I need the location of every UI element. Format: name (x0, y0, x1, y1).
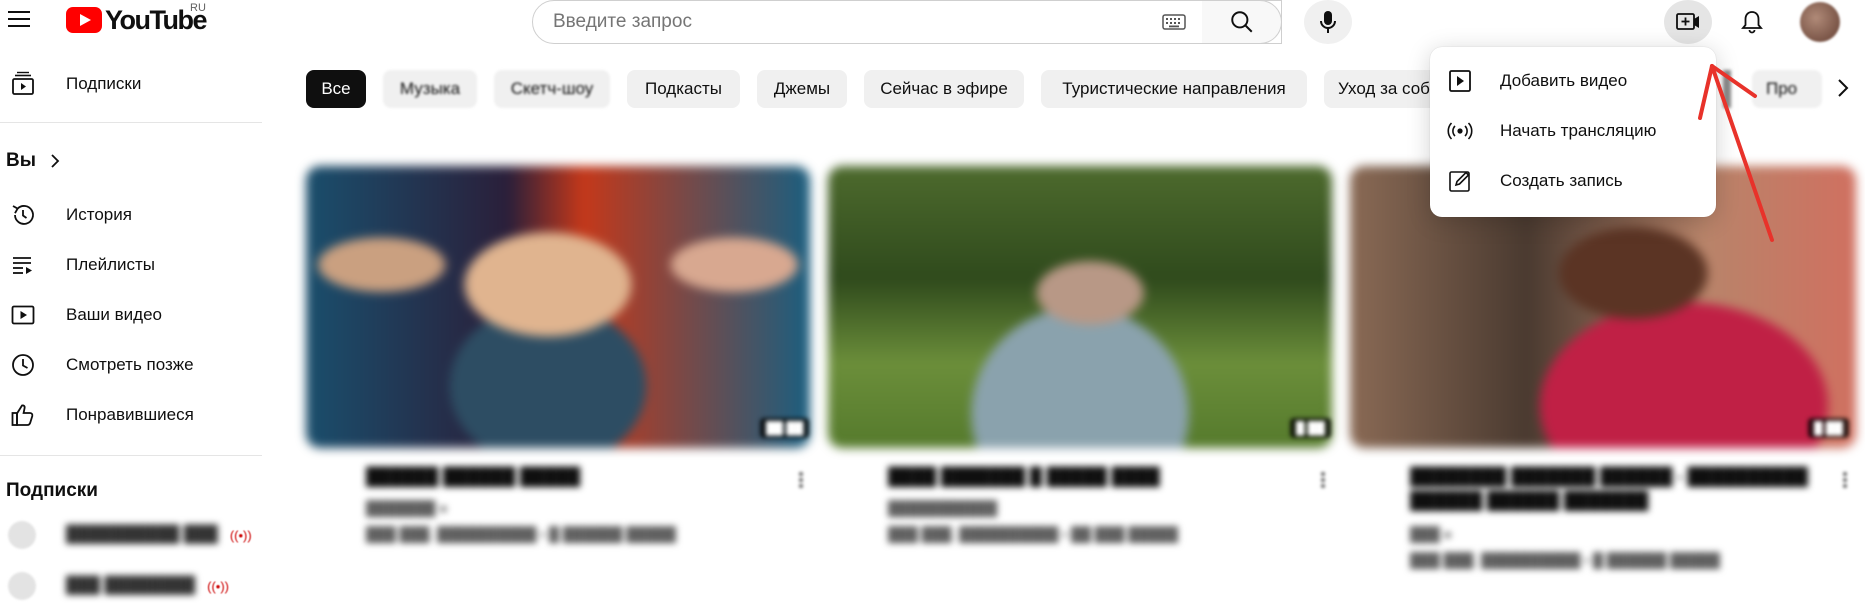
video-meta: ███ ███. ██████████ • █ ██████ █████ (366, 526, 676, 542)
menu-item-upload-video[interactable]: Добавить видео (1430, 56, 1716, 106)
sidebar-item-label: История (66, 205, 132, 224)
your-videos-icon (8, 300, 38, 330)
video-thumbnail[interactable] (828, 166, 1332, 448)
menu-item-create-post[interactable]: Создать запись (1430, 156, 1716, 206)
sidebar-item-label: Подписки (66, 74, 142, 93)
sidebar-you-header[interactable]: Вы (6, 150, 64, 172)
create-button[interactable] (1664, 0, 1712, 44)
video-channel[interactable]: ███ ● (1410, 526, 1452, 542)
video-title[interactable]: ████████ ███████ ██████ - ██████████ ████… (1410, 465, 1808, 513)
sidebar-item-label: Смотреть позже (66, 355, 194, 374)
you-section-title: Вы (6, 150, 36, 171)
sidebar-item-history[interactable]: История (0, 191, 262, 239)
sidebar-item-your-videos[interactable]: Ваши видео (0, 291, 262, 339)
subscription-channel-item[interactable]: ██████████ ███ ((•)) (0, 515, 262, 555)
youtube-logo[interactable]: YouTube (66, 5, 207, 35)
sidebar-item-playlists[interactable]: Плейлисты (0, 241, 262, 289)
history-icon (8, 200, 38, 230)
upload-video-icon (1446, 67, 1474, 95)
sidebar-divider (0, 122, 262, 123)
more-vert-icon[interactable] (798, 470, 804, 492)
account-avatar[interactable] (1800, 2, 1840, 42)
country-code: RU (190, 2, 206, 14)
chevron-right-icon[interactable] (1830, 76, 1854, 100)
notifications-button[interactable] (1728, 0, 1776, 44)
go-live-icon (1446, 117, 1474, 145)
video-title[interactable]: ████ ███████ █ █████ ████ (888, 465, 1160, 489)
live-indicator-icon: ((•)) (229, 527, 252, 543)
subscriptions-section-header: Подписки (6, 480, 98, 502)
bell-icon (1741, 11, 1763, 34)
sidebar-item-subscriptions[interactable]: Подписки (0, 60, 262, 108)
youtube-play-icon (66, 7, 102, 33)
chip-jams[interactable]: Джемы (757, 70, 847, 108)
menu-item-label: Создать запись (1500, 171, 1623, 190)
sidebar-item-label: Ваши видео (66, 305, 163, 324)
more-vert-icon[interactable] (1842, 470, 1848, 492)
search-input[interactable] (551, 10, 1155, 34)
sidebar-divider (0, 455, 262, 456)
channel-name: ███ ████████ (66, 577, 196, 594)
video-meta: ███ ███. ██████████ • █ ██████ █████ (1410, 552, 1720, 568)
menu-icon[interactable] (8, 8, 32, 28)
voice-search-button[interactable] (1304, 0, 1352, 44)
video-title[interactable]: ██████ ██████ █████ (366, 465, 580, 489)
chip-partial (1723, 70, 1731, 108)
sidebar-item-label: Понравившиеся (66, 405, 194, 424)
thumbs-up-icon (8, 400, 38, 430)
channel-avatar (8, 521, 36, 549)
edit-post-icon (1446, 167, 1474, 195)
create-menu: Добавить видео Начать трансляцию Создать… (1430, 47, 1716, 217)
video-meta: ███ ███. ██████████ • ██ ███ █████ (888, 526, 1179, 542)
chip-music[interactable]: Музыка (383, 70, 477, 108)
video-channel[interactable]: ███████████ (888, 500, 997, 516)
chevron-right-icon (51, 154, 60, 168)
video-channel[interactable]: ███████ ● (366, 500, 448, 516)
menu-item-go-live[interactable]: Начать трансляцию (1430, 106, 1716, 156)
search-icon (1230, 11, 1252, 33)
annotation-arrow-line (1710, 64, 1757, 98)
subscriptions-section-title: Подписки (6, 480, 98, 501)
live-indicator-icon: ((•)) (207, 578, 230, 594)
watch-later-icon (8, 350, 38, 380)
channel-name: ██████████ ███ (66, 526, 218, 543)
chip-sketch[interactable]: Скетч-шоу (494, 70, 610, 108)
menu-item-label: Добавить видео (1500, 71, 1628, 90)
menu-item-label: Начать трансляцию (1500, 121, 1657, 140)
create-video-icon (1676, 13, 1699, 30)
chip-live-now[interactable]: Сейчас в эфире (864, 70, 1024, 108)
chip-self-care[interactable]: Уход за соб (1324, 70, 1444, 108)
sidebar-item-label: Плейлисты (66, 255, 156, 274)
video-duration-badge: █:██ (1290, 418, 1331, 438)
chip-more[interactable]: Про (1752, 70, 1822, 108)
video-duration-badge: ██:██ (760, 418, 810, 438)
chip-podcasts[interactable]: Подкасты (627, 70, 740, 108)
sidebar-item-watch-later[interactable]: Смотреть позже (0, 341, 262, 389)
microphone-icon (1320, 11, 1336, 33)
chip-all[interactable]: Все (306, 70, 366, 108)
keyboard-icon[interactable] (1162, 14, 1186, 30)
video-thumbnail[interactable] (306, 166, 810, 448)
sidebar-item-liked[interactable]: Понравившиеся (0, 391, 262, 439)
video-duration-badge: █:██ (1808, 418, 1849, 438)
channel-avatar (8, 572, 36, 600)
search-button[interactable] (1202, 0, 1282, 44)
more-vert-icon[interactable] (1320, 470, 1326, 492)
subscriptions-icon (8, 69, 38, 99)
chip-travel-destinations[interactable]: Туристические направления (1041, 70, 1307, 108)
playlists-icon (8, 250, 38, 280)
subscription-channel-item[interactable]: ███ ████████ ((•)) (0, 566, 262, 606)
